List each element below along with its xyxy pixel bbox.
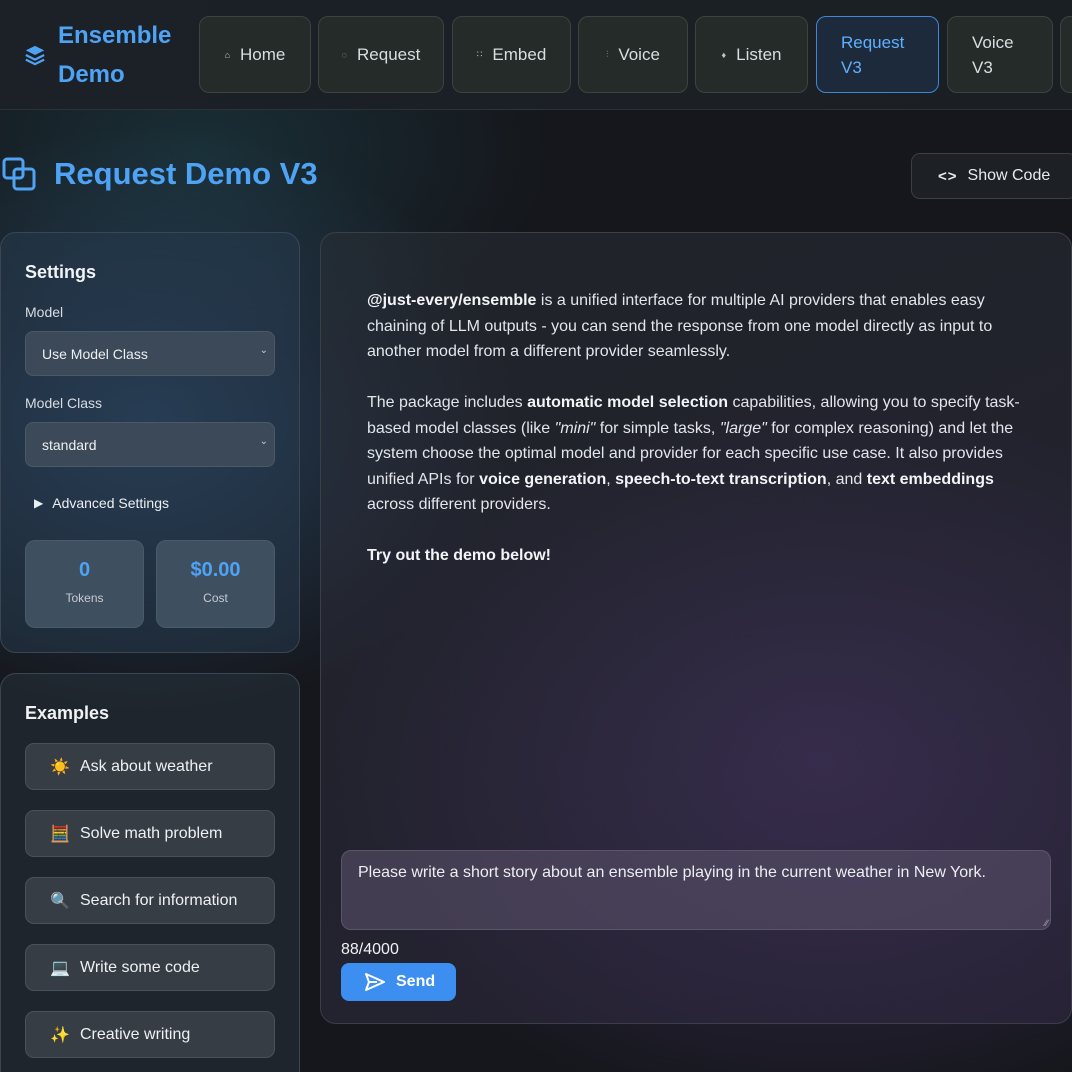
send-button[interactable]: Send [341, 963, 456, 1001]
chevron-down-icon: ⌄ [259, 345, 268, 356]
example-search-button[interactable]: 🔍 Search for information [25, 877, 275, 924]
brand[interactable]: Ensemble Demo [24, 16, 178, 94]
tab-home[interactable]: ⌂ Home [199, 16, 311, 93]
tokens-stat: 0 Tokens [25, 540, 144, 628]
model-class-label: Model Class [25, 395, 103, 411]
paper-plane-icon [365, 973, 385, 991]
house-icon: ⌂ [224, 49, 231, 60]
settings-heading: Settings [25, 262, 97, 282]
character-count: 88/4000 [341, 941, 399, 958]
show-code-button[interactable]: <> Show Code [911, 153, 1072, 199]
intro-text: @just-every/ensemble is a unified interf… [367, 288, 1027, 594]
top-nav-bar: Ensemble Demo ⌂ Home ◌ Request ∷ Embed ⫶… [0, 0, 1072, 110]
example-creative-button[interactable]: ✨ Creative writing [25, 1011, 275, 1058]
advanced-settings-toggle[interactable]: ▶ Advanced Settings [34, 495, 169, 511]
copy-squares-icon [2, 157, 36, 191]
intro-paragraph-1: @just-every/ensemble is a unified interf… [367, 292, 993, 360]
microphone-icon: ♦ [721, 49, 727, 60]
chat-icon: ◌ [341, 49, 348, 60]
model-select[interactable]: Use Model Class ⌄ [25, 331, 275, 376]
code-brackets-icon: <> [938, 167, 958, 185]
brand-name: Ensemble Demo [58, 22, 172, 88]
examples-heading: Examples [25, 703, 110, 723]
laptop-icon: 💻 [50, 959, 70, 977]
magnifier-icon: 🔍 [50, 892, 70, 910]
intro-paragraph-2: The package includes automatic model sel… [367, 394, 1020, 513]
page-title: Request Demo V3 [54, 156, 318, 191]
tab-voice-v3[interactable]: Voice V3 [947, 16, 1053, 93]
package-name: @just-every/ensemble [367, 292, 537, 309]
tab-voice[interactable]: ⫶ Voice [578, 16, 688, 93]
example-math-button[interactable]: 🧮 Solve math problem [25, 810, 275, 857]
tab-overflow[interactable] [1060, 16, 1072, 93]
prompt-textarea[interactable]: Please write a short story about an ense… [341, 850, 1051, 930]
sun-icon: ☀️ [50, 758, 70, 776]
tab-listen[interactable]: ♦ Listen [695, 16, 808, 93]
tab-request-v3[interactable]: Request V3 [816, 16, 939, 93]
chevron-down-icon: ⌄ [259, 436, 268, 447]
resize-grip-icon[interactable]: ∕∕ [1045, 918, 1048, 928]
sparkles-icon: ✨ [50, 1026, 70, 1044]
page-title-row: Request Demo V3 [2, 156, 318, 192]
abacus-icon: 🧮 [50, 825, 70, 843]
model-label: Model [25, 304, 64, 320]
tab-request[interactable]: ◌ Request [318, 16, 444, 93]
waveform-icon: ⫶ [606, 49, 609, 59]
example-weather-button[interactable]: ☀️ Ask about weather [25, 743, 275, 790]
layers-icon [25, 45, 45, 66]
triangle-right-icon: ▶ [34, 496, 44, 510]
cost-stat: $0.00 Cost [156, 540, 275, 628]
intro-paragraph-3: Try out the demo below! [367, 547, 552, 564]
tab-embed[interactable]: ∷ Embed [452, 16, 571, 93]
example-code-button[interactable]: 💻 Write some code [25, 944, 275, 991]
model-class-select[interactable]: standard ⌄ [25, 422, 275, 467]
grid-icon: ∷ [476, 49, 483, 59]
